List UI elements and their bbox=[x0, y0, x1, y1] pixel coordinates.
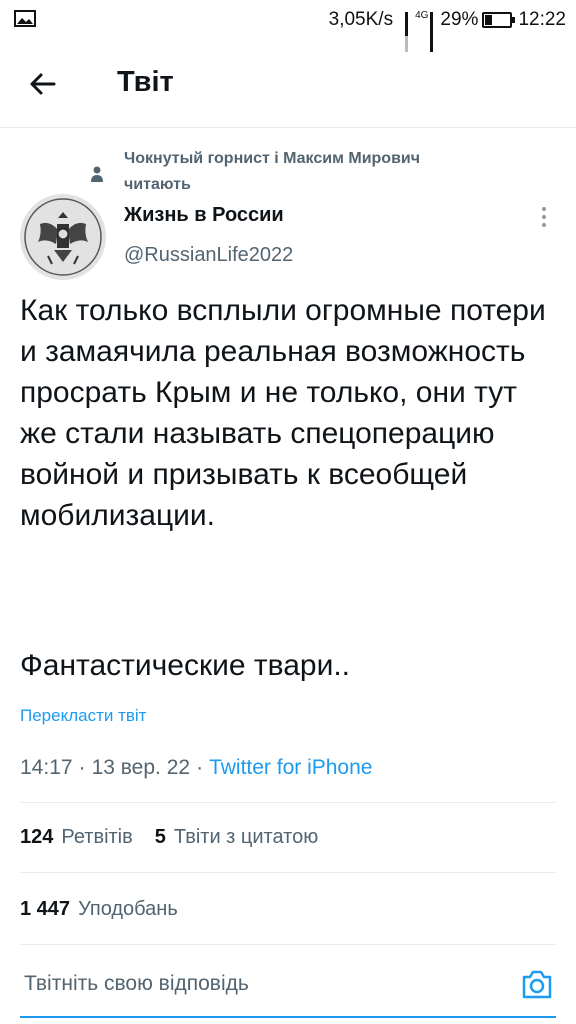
network-speed: 3,05K/s bbox=[328, 9, 394, 30]
retweet-stats: 124 Ретвітів 5 Твіти з цитатою bbox=[20, 826, 318, 849]
quotes-label[interactable]: Твіти з цитатою bbox=[174, 826, 318, 849]
status-right: 3,05K/s 4G 29% 12:22 bbox=[328, 6, 566, 52]
separator: · bbox=[196, 756, 204, 779]
top-app-bar: Твіт bbox=[0, 40, 576, 128]
retweets-label[interactable]: Ретвітів bbox=[61, 826, 132, 849]
arrow-left-icon bbox=[30, 73, 56, 95]
tweet-source-link[interactable]: Twitter for iPhone bbox=[209, 756, 372, 780]
page-title: Твіт bbox=[117, 66, 174, 98]
more-vertical-icon[interactable] bbox=[534, 204, 554, 230]
translate-tweet-link[interactable]: Перекласти твіт bbox=[20, 706, 146, 726]
likes-label[interactable]: Уподобань bbox=[78, 898, 178, 921]
reply-input[interactable]: Твітніть свою відповідь bbox=[24, 972, 249, 996]
social-context[interactable]: Чокнутый горнист і Максим Мирович читают… bbox=[124, 146, 524, 198]
image-icon bbox=[14, 10, 36, 27]
battery-percent: 29% bbox=[440, 9, 479, 30]
author-handle[interactable]: @RussianLife2022 bbox=[124, 244, 293, 267]
status-bar: 3,05K/s 4G 29% 12:22 bbox=[0, 0, 576, 52]
camera-icon[interactable] bbox=[520, 968, 554, 1000]
network-type: 4G bbox=[415, 9, 429, 21]
divider bbox=[20, 872, 556, 873]
signal-icon bbox=[405, 12, 409, 52]
person-icon bbox=[91, 166, 103, 182]
divider bbox=[20, 802, 556, 803]
likes-count[interactable]: 1 447 bbox=[20, 898, 70, 921]
reply-underline bbox=[20, 1016, 556, 1018]
tweet-time: 14:17 bbox=[20, 756, 73, 779]
separator: · bbox=[78, 756, 86, 779]
back-button[interactable] bbox=[22, 64, 62, 104]
likes-stats: 1 447 Уподобань bbox=[20, 898, 178, 921]
signal-icon-2 bbox=[430, 12, 434, 52]
battery-icon bbox=[482, 12, 516, 28]
avatar[interactable] bbox=[20, 194, 106, 280]
clock: 12:22 bbox=[518, 9, 566, 30]
reply-bar: Твітніть свою відповідь bbox=[0, 944, 576, 1024]
retweets-count[interactable]: 124 bbox=[20, 826, 53, 849]
tweet-meta: 14:17 · 13 вер. 22 · Twitter for iPhone bbox=[20, 756, 372, 780]
author-name[interactable]: Жизнь в России bbox=[124, 204, 284, 227]
quotes-count[interactable]: 5 bbox=[155, 826, 166, 849]
tweet-text-2: Фантастические твари.. bbox=[20, 649, 350, 682]
tweet-date: 13 вер. 22 bbox=[91, 756, 191, 779]
coat-of-arms-avatar-image bbox=[20, 194, 106, 280]
tweet-text: Как только всплыли огромные потери и зам… bbox=[20, 294, 555, 532]
